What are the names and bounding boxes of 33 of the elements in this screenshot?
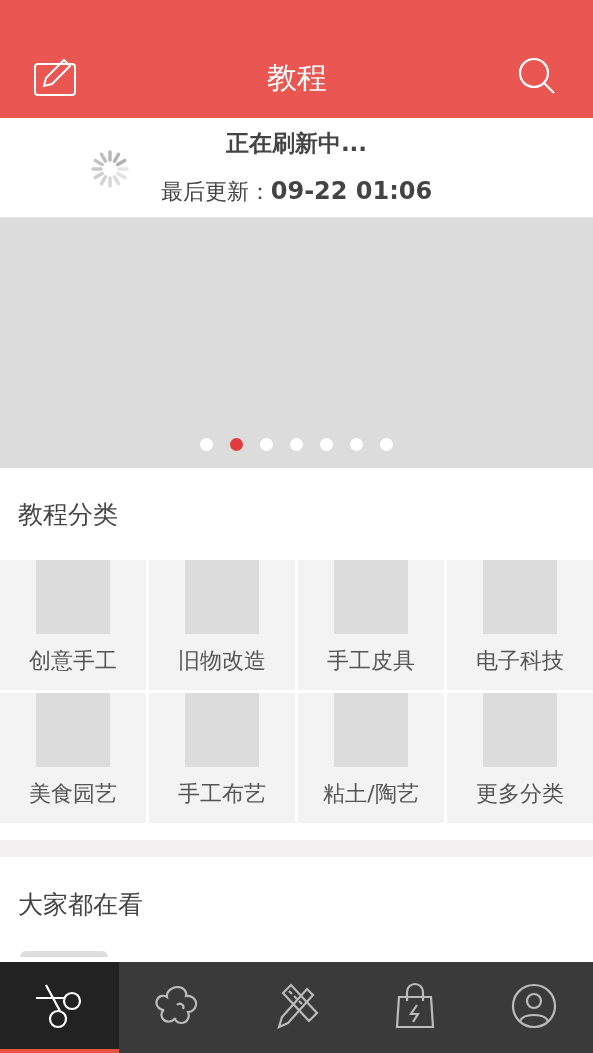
page-title: 教程 [266,59,327,97]
section-title: 教程分类 [17,498,119,531]
search-icon [517,56,557,96]
last-update-time: 09-22 01:06 [270,177,433,205]
category-tile[interactable]: 更多分类 [447,693,593,823]
carousel-dot[interactable] [290,438,303,451]
category-label: 手工布艺 [178,780,266,808]
category-label: 旧物改造 [178,647,266,675]
category-label: 手工皮具 [327,647,415,675]
category-tile[interactable]: 粘土/陶艺 [298,693,444,823]
refresh-status: 正在刷新中... [225,129,368,158]
category-label: 更多分类 [476,780,564,808]
edit-icon [34,56,78,96]
category-tile[interactable]: 创意手工 [0,560,146,690]
category-label: 创意手工 [29,647,117,675]
last-update-label: 最后更新： [160,179,271,204]
category-label: 电子科技 [476,647,564,675]
category-tile[interactable]: 旧物改造 [149,560,295,690]
carousel-dot[interactable] [380,438,393,451]
carousel-dot[interactable] [350,438,363,451]
category-tile[interactable]: 电子科技 [447,560,593,690]
category-label: 粘土/陶艺 [323,780,419,808]
category-tile[interactable]: 手工皮具 [298,560,444,690]
carousel-dot[interactable] [320,438,333,451]
tab-button[interactable] [0,962,119,1053]
category-tile[interactable]: 美食园艺 [0,693,146,823]
section-title: 大家都在看 [17,888,144,921]
carousel-dot[interactable] [260,438,273,451]
loading-spinner-icon [91,150,129,188]
carousel-dot[interactable] [230,438,243,451]
category-tile[interactable]: 手工布艺 [149,693,295,823]
category-label: 美食园艺 [29,780,117,808]
carousel-dot[interactable] [200,438,213,451]
